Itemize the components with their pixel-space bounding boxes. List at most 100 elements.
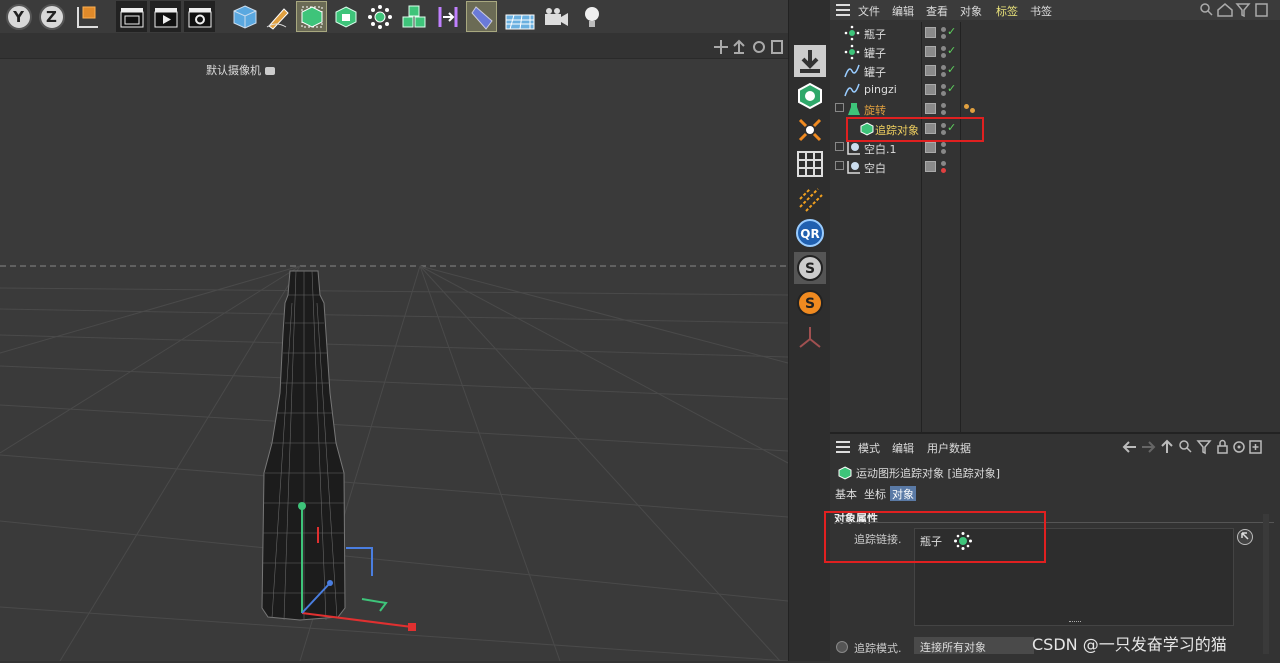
editor-dot[interactable] — [941, 142, 946, 147]
menu-object[interactable]: 对象 — [960, 3, 982, 19]
axis-plugin-button[interactable] — [794, 321, 826, 353]
tag-dot[interactable] — [970, 108, 975, 113]
environment-button[interactable] — [504, 1, 535, 32]
search-icon[interactable] — [1200, 3, 1213, 16]
object-row[interactable]: 旋转 — [830, 99, 1280, 118]
visibility-toggle[interactable] — [925, 27, 936, 38]
expand-toggle[interactable] — [835, 161, 844, 170]
visibility-toggle[interactable] — [925, 46, 936, 57]
workplane-button[interactable] — [794, 183, 826, 215]
polygon-pen-button[interactable] — [794, 80, 826, 112]
null-icon — [847, 161, 860, 174]
drop-to-floor-button[interactable] — [794, 45, 826, 77]
visibility-toggle[interactable] — [925, 103, 936, 114]
menu-mode[interactable]: 模式 — [858, 440, 880, 456]
search-icon[interactable] — [1179, 440, 1192, 453]
object-name: 瓶子 — [864, 28, 886, 41]
light-button[interactable] — [576, 1, 607, 32]
enabled-check-icon[interactable]: ✓ — [947, 63, 956, 76]
menu-tags[interactable]: 标签 — [996, 3, 1018, 19]
menu-file[interactable]: 文件 — [858, 3, 880, 19]
qr-plugin-button[interactable]: QR — [794, 217, 826, 249]
new-panel-icon[interactable] — [1249, 440, 1262, 454]
trace-mode-radio[interactable] — [836, 641, 848, 653]
expand-toggle[interactable] — [835, 103, 844, 112]
object-row[interactable]: 罐子 ✓ — [830, 42, 1280, 61]
lock-z-axis-button[interactable]: Z — [36, 1, 67, 32]
camera-button[interactable] — [540, 1, 571, 32]
menu-edit[interactable]: 编辑 — [892, 3, 914, 19]
forward-arrow-icon[interactable] — [1142, 441, 1156, 453]
s-plugin-orange-button[interactable]: S — [794, 287, 826, 319]
pin-icon[interactable] — [1233, 441, 1245, 453]
menu-edit[interactable]: 编辑 — [892, 440, 914, 456]
render-dot[interactable] — [941, 72, 946, 77]
hamburger-icon[interactable] — [836, 4, 850, 16]
cloner-button[interactable] — [364, 1, 395, 32]
editor-dot[interactable] — [941, 103, 946, 108]
back-arrow-icon[interactable] — [1122, 441, 1136, 453]
hamburger-icon[interactable] — [836, 441, 850, 453]
editor-dot[interactable] — [941, 161, 946, 166]
subdivision-surface-button[interactable] — [296, 1, 327, 32]
enabled-check-icon[interactable]: ✓ — [947, 82, 956, 95]
resize-handle[interactable] — [1069, 621, 1081, 624]
snap-button[interactable] — [794, 114, 826, 146]
menu-user-data[interactable]: 用户数据 — [927, 440, 971, 456]
lock-y-axis-button[interactable]: Y — [3, 1, 34, 32]
visibility-toggle[interactable] — [925, 65, 936, 76]
visibility-toggle[interactable] — [925, 142, 936, 153]
tab-coordinates[interactable]: 坐标 — [862, 486, 888, 501]
deformer-button[interactable] — [432, 1, 463, 32]
editor-dot[interactable] — [941, 27, 946, 32]
menu-bookmarks[interactable]: 书签 — [1030, 3, 1052, 19]
pick-object-icon[interactable] — [1236, 528, 1254, 546]
home-icon[interactable] — [1217, 3, 1233, 17]
editor-dot[interactable] — [941, 65, 946, 70]
render-dot[interactable] — [941, 53, 946, 58]
menu-view[interactable]: 查看 — [926, 3, 948, 19]
3d-viewport[interactable]: 默认摄像机 — [0, 33, 788, 661]
object-row[interactable]: pingzi ✓ — [830, 80, 1280, 99]
volume-builder-button[interactable] — [398, 1, 429, 32]
tag-dot[interactable] — [964, 104, 969, 109]
render-dot[interactable] — [941, 34, 946, 39]
expand-icon[interactable] — [1255, 3, 1268, 17]
tab-basic[interactable]: 基本 — [833, 486, 859, 501]
render-view-button[interactable] — [116, 1, 147, 32]
up-arrow-icon[interactable] — [1161, 439, 1173, 453]
om-toolbar-icons — [1200, 3, 1268, 17]
s-plugin-gray-button[interactable]: S — [794, 252, 826, 284]
render-dot[interactable] — [941, 168, 946, 173]
coordinate-system-button[interactable] — [70, 1, 101, 32]
object-name: 旋转 — [864, 104, 886, 117]
hexagon-icon — [798, 82, 822, 110]
extrude-button[interactable] — [330, 1, 361, 32]
filter-icon[interactable] — [1235, 3, 1251, 17]
editor-dot[interactable] — [941, 46, 946, 51]
enabled-check-icon[interactable]: ✓ — [947, 25, 956, 38]
render-settings-button[interactable] — [184, 1, 215, 32]
lock-icon[interactable] — [1217, 439, 1228, 454]
pen-tool-button[interactable] — [262, 1, 293, 32]
object-row[interactable]: 瓶子 ✓ — [830, 23, 1280, 42]
grid-button[interactable] — [794, 148, 826, 180]
object-row[interactable]: 罐子 ✓ — [830, 61, 1280, 80]
render-dot[interactable] — [941, 91, 946, 96]
filter-icon[interactable] — [1196, 440, 1212, 455]
trace-mode-dropdown[interactable]: 连接所有对象 — [914, 637, 1034, 654]
visibility-toggle[interactable] — [925, 84, 936, 95]
enabled-check-icon[interactable]: ✓ — [947, 44, 956, 57]
render-dot[interactable] — [941, 110, 946, 115]
light-bulb-icon — [584, 6, 599, 27]
tab-object[interactable]: 对象 — [890, 486, 916, 501]
field-button[interactable] — [466, 1, 497, 32]
object-row[interactable]: 空白 — [830, 157, 1280, 176]
expand-toggle[interactable] — [835, 142, 844, 151]
render-picture-viewer-button[interactable] — [150, 1, 181, 32]
cube-button[interactable] — [229, 1, 260, 32]
render-dot[interactable] — [941, 149, 946, 154]
visibility-toggle[interactable] — [925, 161, 936, 172]
editor-dot[interactable] — [941, 84, 946, 89]
scrollbar[interactable] — [1263, 514, 1269, 654]
